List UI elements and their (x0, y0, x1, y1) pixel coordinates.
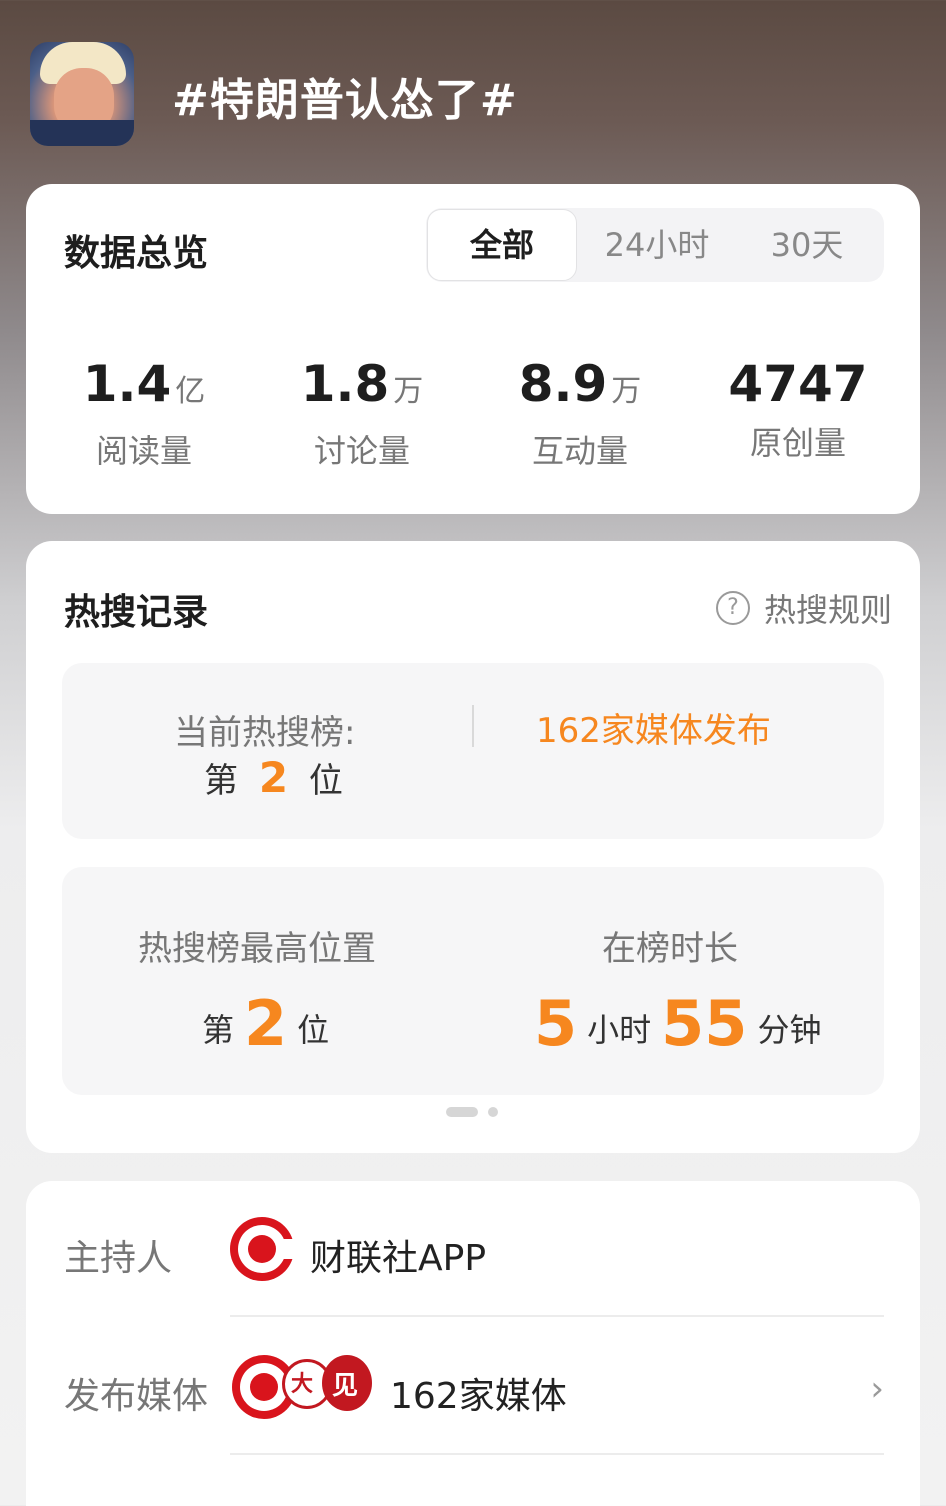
avatar-suit (30, 120, 134, 146)
topic-avatar[interactable] (30, 42, 134, 146)
indicator-active (446, 1107, 478, 1117)
duration-hours: 5 (534, 987, 578, 1060)
host-label: 主持人 (64, 1238, 173, 1279)
overview-title: 数据总览 (64, 233, 209, 274)
stat-label: 讨论量 (313, 432, 410, 470)
current-rank-box: 当前热搜榜: 第 2 位 162家媒体发布 (62, 663, 884, 839)
stat-label: 原创量 (749, 424, 846, 462)
stat-originals: 4747 原创量 (688, 354, 908, 464)
cailianshe-logo-icon (230, 1217, 294, 1281)
current-rank-value: 第 2 位 (204, 753, 343, 802)
host-name: 财联社APP (310, 1238, 487, 1279)
stat-label: 阅读量 (95, 432, 192, 470)
peak-suffix: 位 (297, 1011, 330, 1049)
tab-24h[interactable]: 24小时 (582, 208, 732, 282)
row-divider (230, 1453, 884, 1455)
stat-value: 4747 (728, 355, 868, 413)
duration-minutes: 55 (661, 987, 748, 1060)
duration-value: 5 小时 55 分钟 (534, 987, 821, 1060)
duration-label: 在榜时长 (602, 929, 738, 969)
media-row[interactable]: 发布媒体 大 见 162家媒体 › (26, 1319, 920, 1455)
chevron-right-icon: › (870, 1369, 884, 1409)
stat-value: 1.4 (82, 355, 172, 413)
duration-minutes-unit: 分钟 (757, 1011, 822, 1049)
host-row[interactable]: 主持人 财联社APP (26, 1181, 920, 1317)
peak-position-label: 热搜榜最高位置 (138, 929, 376, 969)
data-overview-card: 数据总览 全部 24小时 30天 1.4 亿 阅读量 1.8 万 讨论量 8.9 万 … (26, 184, 920, 514)
hot-search-title: 热搜记录 (64, 592, 209, 633)
time-range-segmented-control: 全部 24小时 30天 (426, 208, 884, 282)
tab-all[interactable]: 全部 (427, 209, 577, 281)
rank-number: 2 (258, 753, 289, 802)
topic-header: #特朗普认怂了# (30, 42, 916, 148)
help-circle-icon: ? (715, 591, 750, 625)
indicator-inactive (488, 1107, 498, 1117)
media-logo-icon: 见 (322, 1355, 372, 1411)
peak-number: 2 (244, 987, 288, 1060)
stat-value: 8.9 (518, 355, 608, 413)
peak-position-value: 第2位 (202, 987, 329, 1060)
stat-unit: 万 (611, 374, 642, 409)
page-indicator (446, 1107, 506, 1117)
stat-reads: 1.4 亿 阅读量 (34, 354, 254, 472)
hot-search-card: 热搜记录 ? 热搜规则 当前热搜榜: 第 2 位 162家媒体发布 热搜榜最高位… (26, 541, 920, 1153)
vertical-divider (472, 705, 474, 747)
current-rank-label: 当前热搜榜: (174, 713, 356, 753)
rules-label: 热搜规则 (763, 591, 892, 629)
peak-stats-box: 热搜榜最高位置 第2位 在榜时长 5 小时 55 分钟 (62, 867, 884, 1095)
stat-discussions: 1.8 万 讨论量 (252, 354, 472, 472)
rank-suffix: 位 (308, 761, 343, 801)
media-count: 162家媒体 (390, 1376, 567, 1417)
hot-search-rules-link[interactable]: ? 热搜规则 (715, 585, 892, 631)
topic-info-card: 主持人 财联社APP 发布媒体 大 见 162家媒体 › (26, 1181, 920, 1506)
stat-label: 互动量 (531, 432, 628, 470)
tab-30d[interactable]: 30天 (732, 208, 882, 282)
stat-interactions: 8.9 万 互动量 (470, 354, 690, 472)
peak-prefix: 第 (202, 1011, 235, 1049)
stat-unit: 亿 (175, 374, 206, 409)
media-label: 发布媒体 (64, 1376, 209, 1417)
stat-unit: 万 (393, 374, 424, 409)
rank-prefix: 第 (204, 761, 238, 801)
media-publish-link[interactable]: 162家媒体发布 (536, 703, 771, 752)
topic-title: #特朗普认怂了# (172, 75, 518, 126)
stat-value: 1.8 (300, 355, 390, 413)
duration-hours-unit: 小时 (587, 1011, 652, 1049)
row-divider (230, 1315, 884, 1317)
